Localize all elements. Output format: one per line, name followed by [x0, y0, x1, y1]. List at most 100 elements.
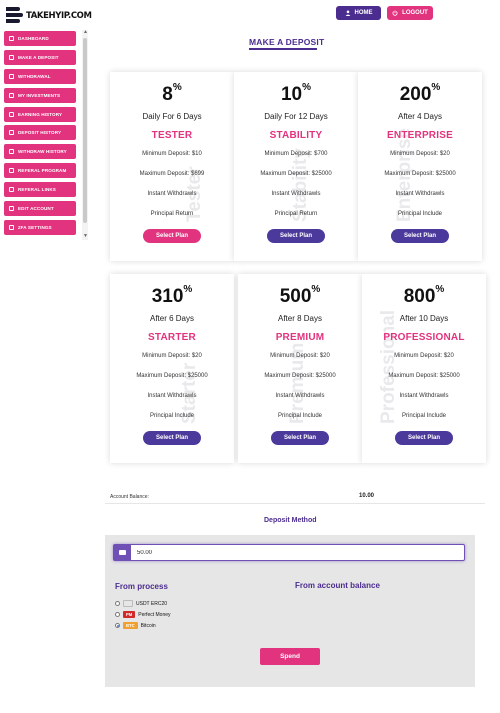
- radio-perfect-money[interactable]: [115, 612, 120, 617]
- plan-min-deposit: Minimum Deposit: $20: [142, 353, 202, 359]
- dashboard-icon: [9, 36, 14, 41]
- plan-withdrawals: Instant Withdrawls: [271, 191, 321, 197]
- option-label: Bitcoin: [140, 622, 156, 629]
- sidebar-item-label: REFERAL PROGRAM: [18, 168, 67, 173]
- sidebar-scroll-thumb[interactable]: [83, 38, 87, 223]
- amount-field[interactable]: [113, 544, 465, 561]
- plan-name: ENTERPRISE: [387, 130, 453, 141]
- user-icon: [345, 10, 350, 16]
- plan-max-deposit: Maximum Deposit: $25000: [388, 373, 460, 379]
- from-process-title: From process: [115, 582, 168, 591]
- usdt-icon: [123, 600, 133, 607]
- deposit-icon: [9, 55, 14, 60]
- select-plan-button[interactable]: Select Plan: [271, 431, 329, 445]
- referral-icon: [9, 168, 14, 173]
- plan-max-deposit: Maximum Deposit: $699: [139, 171, 205, 177]
- top-header: TAKEHYIP.COM HOME LOGOUT: [0, 0, 500, 30]
- plan-card-enterprise: Enterprise 200% After 4 Days ENTERPRISE Mini…: [358, 72, 482, 261]
- plan-duration: After 6 Days: [149, 314, 194, 323]
- radio-bitcoin[interactable]: [115, 623, 120, 628]
- plan-card-starter: Starter 310% After 6 Days STARTER Minimum De…: [110, 274, 234, 463]
- sidebar-item-dashboard[interactable]: DASHBOARD: [4, 31, 76, 46]
- radio-usdt[interactable]: [115, 601, 120, 606]
- logout-button[interactable]: LOGOUT: [387, 6, 433, 20]
- sidebar-item-label: WITHDRAWAL: [18, 74, 51, 79]
- sidebar-item-make-a-deposit[interactable]: MAKE A DEPOSIT: [4, 50, 76, 65]
- plan-withdrawals: Instant Withdrawls: [399, 393, 449, 399]
- sidebar-item-referal-links[interactable]: REFERAL LINKS: [4, 182, 76, 197]
- sidebar-item-my-investments[interactable]: MY INVESTMENTS: [4, 88, 76, 103]
- select-plan-button[interactable]: Select Plan: [391, 229, 449, 243]
- sidebar-item-label: EDIT ACCOUNT: [18, 206, 54, 211]
- plan-percent: 310%: [151, 284, 193, 307]
- select-plan-button[interactable]: Select Plan: [267, 229, 325, 243]
- sidebar-item-label: EARNING HISTORY: [18, 112, 63, 117]
- page-title: MAKE A DEPOSIT: [249, 37, 325, 47]
- select-plan-button[interactable]: Select Plan: [143, 229, 201, 243]
- sidebar-item-referal-program[interactable]: REFERAL PROGRAM: [4, 163, 76, 178]
- plan-duration: Daily For 12 Days: [264, 112, 328, 121]
- plan-name: TESTER: [151, 130, 193, 141]
- withdrawal-icon: [9, 74, 14, 79]
- amount-input[interactable]: [137, 546, 457, 559]
- from-balance-title: From account balance: [295, 581, 380, 590]
- logo-text: TAKEHYIP.COM: [26, 10, 92, 21]
- sidebar-item-earning-history[interactable]: EARNING HISTORY: [4, 107, 76, 122]
- spend-button[interactable]: Spend: [260, 648, 320, 665]
- plan-duration: After 4 Days: [397, 112, 442, 121]
- title-underline: [249, 48, 317, 50]
- plan-watermark: Professional: [377, 309, 399, 424]
- earning-icon: [9, 112, 14, 117]
- scroll-up-arrow-icon[interactable]: ▲: [83, 30, 88, 35]
- sidebar-item-edit-account[interactable]: EDIT ACCOUNT: [4, 201, 76, 216]
- lock-icon: [9, 225, 14, 230]
- sidebar-item-deposit-history[interactable]: DEPOSIT HISTORY: [4, 125, 76, 140]
- payment-option-usdt[interactable]: USDT ERC20: [115, 599, 167, 608]
- plan-percent: 200%: [399, 82, 441, 105]
- plan-name: STARTER: [148, 332, 196, 343]
- option-label: USDT ERC20: [136, 600, 168, 607]
- logo-icon: [6, 7, 24, 24]
- sidebar-item-label: DEPOSIT HISTORY: [18, 130, 62, 135]
- scroll-down-arrow-icon[interactable]: ▼: [83, 234, 88, 239]
- sidebar-item-label: DASHBOARD: [18, 36, 49, 41]
- plan-percent: 800%: [403, 284, 445, 307]
- plan-principal: Principal Return: [150, 211, 194, 217]
- select-plan-button[interactable]: Select Plan: [395, 431, 453, 445]
- plan-percent: 500%: [279, 284, 321, 307]
- account-balance-row: Account Balance: 10.00: [105, 490, 485, 504]
- plan-min-deposit: Minimum Deposit: $20: [390, 151, 450, 157]
- payment-option-perfect-money[interactable]: PM Perfect Money: [115, 610, 171, 619]
- deposit-method-title: Deposit Method: [264, 517, 317, 524]
- plan-name: STABILITY: [269, 130, 323, 141]
- plan-percent: 8%: [162, 82, 182, 105]
- edit-icon: [9, 206, 14, 211]
- site-logo[interactable]: TAKEHYIP.COM: [6, 7, 92, 24]
- plan-min-deposit: Minimum Deposit: $20: [270, 353, 330, 359]
- plan-withdrawals: Instant Withdrawls: [275, 393, 325, 399]
- plan-min-deposit: Minimum Deposit: $700: [264, 151, 328, 157]
- plan-withdrawals: Instant Withdrawls: [147, 393, 197, 399]
- home-button[interactable]: HOME: [336, 6, 381, 20]
- plan-max-deposit: Maximum Deposit: $25000: [260, 171, 332, 177]
- link-icon: [9, 187, 14, 192]
- plan-principal: Principal Include: [277, 413, 323, 419]
- select-plan-button[interactable]: Select Plan: [143, 431, 201, 445]
- sidebar-item-withdraw-history[interactable]: WITHDRAW HISTORY: [4, 144, 76, 159]
- payment-option-bitcoin[interactable]: BTC Bitcoin: [115, 621, 156, 630]
- plan-card-premium: Premium 500% After 8 Days PREMIUM Minimum De…: [238, 274, 362, 463]
- plan-max-deposit: Maximum Deposit: $25000: [264, 373, 336, 379]
- plan-min-deposit: Minimum Deposit: $20: [394, 353, 454, 359]
- account-balance-label: Account Balance:: [110, 494, 149, 500]
- bitcoin-icon: BTC: [123, 622, 138, 629]
- plan-name: PROFESSIONAL: [383, 332, 465, 343]
- plan-principal: Principal Return: [274, 211, 318, 217]
- plan-percent: 10%: [280, 82, 312, 105]
- sidebar-item-2fa-settings[interactable]: 2FA SETTINGS: [4, 220, 76, 235]
- sidebar-item-withdrawal[interactable]: WITHDRAWAL: [4, 69, 76, 84]
- logout-label: LOGOUT: [402, 10, 428, 16]
- sidebar-item-label: 2FA SETTINGS: [18, 225, 52, 230]
- home-label: HOME: [354, 10, 373, 16]
- plan-withdrawals: Instant Withdrawls: [147, 191, 197, 197]
- plan-principal: Principal Include: [397, 211, 443, 217]
